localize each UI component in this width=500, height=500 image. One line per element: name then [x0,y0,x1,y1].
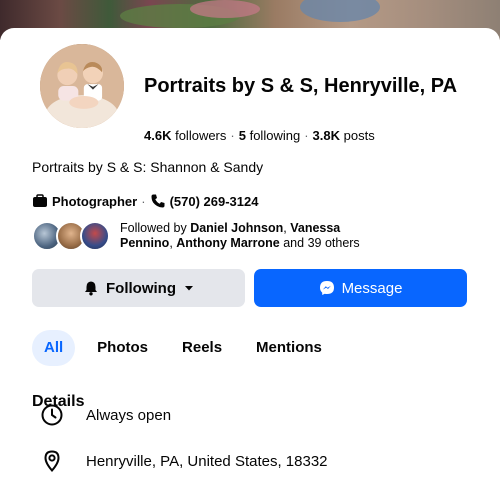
mutual-followers[interactable]: Followed by Daniel Johnson, Vanessa Penn… [32,221,390,251]
tab-reels[interactable]: Reels [170,330,234,366]
detail-location-text: Henryville, PA, United States, 18332 [86,452,328,470]
followers-label[interactable]: followers [175,128,226,143]
location-pin-icon [44,450,60,473]
bell-icon [85,281,97,296]
tab-mentions[interactable]: Mentions [244,330,334,366]
followed-by-text: Followed by Daniel Johnson, Vanessa Penn… [120,221,360,250]
detail-location[interactable]: Henryville, PA, United States, 18332 [40,449,328,473]
messenger-icon [319,281,334,295]
profile-sheet: Portraits by S & S, Henryville, PA 4.6K … [0,28,500,500]
message-button-label: Message [341,279,403,297]
phone-icon [151,194,165,208]
page-meta-row: Photographer · (570) 269-3124 [32,193,258,209]
following-label[interactable]: following [250,128,301,143]
posts-label: posts [343,128,375,143]
following-count[interactable]: 5 [239,128,246,143]
following-button[interactable]: Following [32,269,245,307]
page-category[interactable]: Photographer [52,194,137,209]
caret-down-icon [184,286,193,291]
message-button[interactable]: Message [254,269,467,307]
profile-tabs: All Photos Reels Mentions [32,330,334,366]
detail-hours: Always open [40,403,171,427]
tab-photos[interactable]: Photos [85,330,160,366]
page-phone[interactable]: (570) 269-3124 [170,194,259,209]
followers-count[interactable]: 4.6K [144,128,171,143]
detail-hours-text: Always open [86,406,172,424]
briefcase-icon [33,194,47,207]
page-intro: Portraits by S & S: Shannon & Sandy [32,159,264,175]
mutual-follower-avatar [80,221,110,251]
posts-count: 3.8K [312,128,340,143]
tab-all[interactable]: All [32,330,76,366]
page-title: Portraits by S & S, Henryville, PA [144,75,458,97]
following-button-label: Following [106,279,176,297]
profile-avatar[interactable] [36,40,128,132]
clock-icon [41,404,63,426]
page-stats: 4.6K followers · 5 following · 3.8K posts [144,128,375,143]
